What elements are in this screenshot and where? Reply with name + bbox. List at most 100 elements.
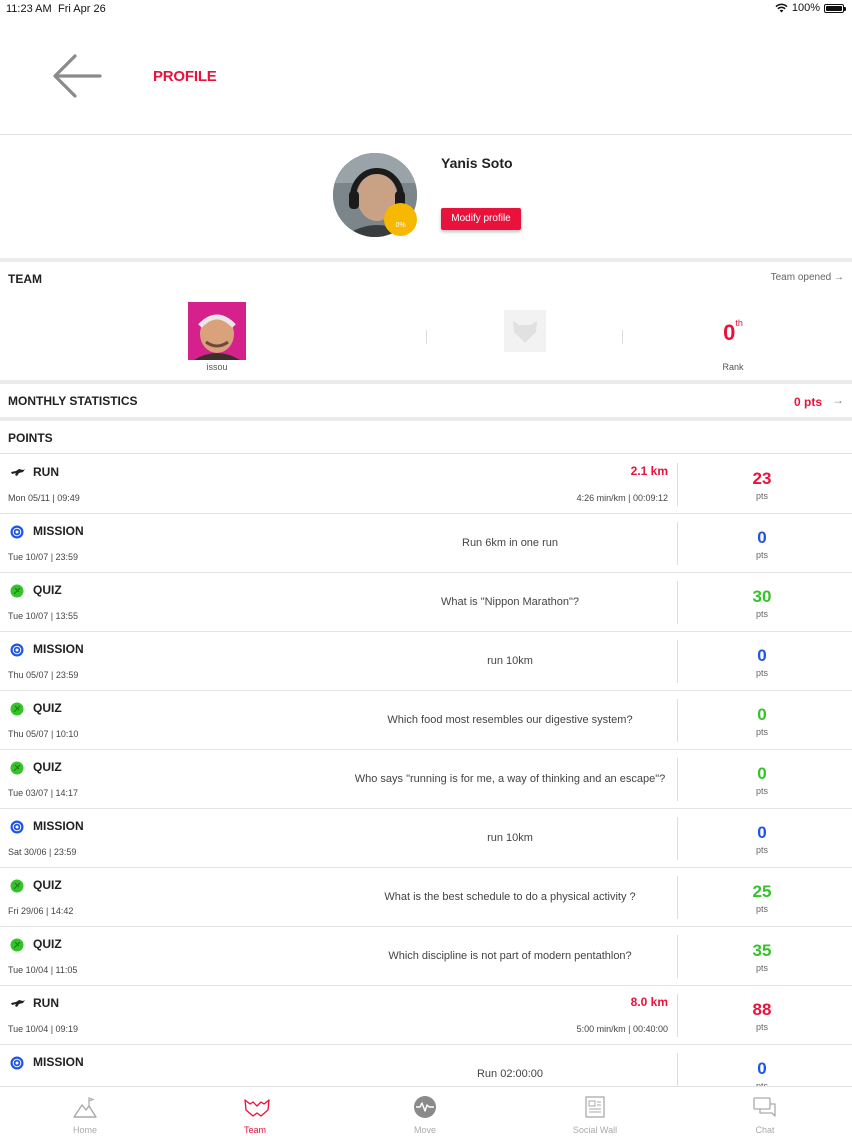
- points-row-quiz[interactable]: QUIZ Tue 10/07 | 13:55 What is "Nippon Mar…: [0, 573, 852, 632]
- wolf-icon: [513, 321, 537, 343]
- entry-kind: RUN: [33, 465, 59, 479]
- points-row-mission[interactable]: MISSION Sat 30/06 | 23:59 run 10km 0 pts: [0, 809, 852, 868]
- rank-suffix: th: [735, 318, 743, 328]
- entry-description: run 10km: [487, 832, 533, 844]
- entry-pace: 4:26 min/km | 00:09:12: [576, 493, 668, 503]
- mission-target-icon: [10, 820, 24, 834]
- entry-points: 0: [757, 705, 767, 724]
- mission-target-icon: [10, 1056, 24, 1070]
- tab-chat[interactable]: Chat: [680, 1087, 850, 1136]
- points-row-mission[interactable]: MISSION Thu 05/07 | 23:59 run 10km 0 pts: [0, 632, 852, 691]
- points-row-mission[interactable]: MISSION Tue 10/07 | 23:59 Run 6km in one r…: [0, 514, 852, 573]
- team-opened-link[interactable]: Team opened →: [771, 272, 844, 283]
- battery-icon: [824, 3, 846, 13]
- divider: [426, 330, 427, 344]
- entry-description: Who says "running is for me, a way of th…: [354, 773, 666, 785]
- arrow-right-icon: →: [834, 272, 844, 283]
- points-row-quiz[interactable]: QUIZ Fri 29/06 | 14:42 What is the best sc…: [0, 868, 852, 927]
- status-bar: 11:23 AM Fri Apr 26 100%: [0, 0, 852, 18]
- quiz-ball-icon: [10, 702, 24, 716]
- team-member-image: [188, 302, 246, 360]
- entry-kind: QUIZ: [33, 701, 62, 715]
- chat-icon: [753, 1097, 776, 1117]
- entry-points: 35: [752, 941, 772, 960]
- mission-target-icon: [10, 643, 24, 657]
- divider: [677, 758, 678, 801]
- entry-date: Thu 05/07 | 10:10: [8, 729, 79, 739]
- entry-distance: 8.0 km: [630, 995, 668, 1009]
- entry-kind: MISSION: [33, 819, 84, 833]
- arrow-left-icon: [53, 54, 102, 98]
- entry-points-unit: pts: [755, 904, 768, 914]
- points-row-quiz[interactable]: QUIZ Tue 10/04 | 11:05 Which discipline is…: [0, 927, 852, 986]
- entry-kind: RUN: [33, 996, 59, 1010]
- entry-distance: 2.1 km: [630, 464, 668, 478]
- entry-points: 0: [757, 764, 767, 783]
- divider: [677, 522, 678, 565]
- entry-pace: 5:00 min/km | 00:40:00: [576, 1024, 668, 1034]
- points-header: POINTS: [0, 421, 852, 454]
- quiz-ball-icon: [10, 879, 24, 893]
- tab-label: Move: [413, 1125, 436, 1135]
- team-member-name: issou: [206, 362, 228, 372]
- divider: [677, 876, 678, 919]
- tab-home[interactable]: Home: [0, 1087, 170, 1136]
- points-list[interactable]: RUN Mon 05/11 | 09:49 2.1 km 4:26 min/km | …: [0, 455, 852, 1086]
- tab-team[interactable]: Team: [170, 1087, 340, 1136]
- entry-date: Mon 05/11 | 09:49: [8, 493, 80, 503]
- quiz-ball-icon: [10, 938, 24, 952]
- entry-points: 0: [757, 823, 767, 842]
- status-date: Fri Apr 26: [58, 3, 106, 15]
- battery-percent: 100%: [791, 2, 820, 14]
- profile-section: 0% Yanis Soto Modify profile: [0, 136, 852, 258]
- entry-points-unit: pts: [755, 668, 768, 678]
- divider: [677, 640, 678, 683]
- entry-date: Thu 05/07 | 23:59: [8, 670, 79, 680]
- quiz-ball-icon: [10, 761, 24, 775]
- divider: [677, 994, 678, 1037]
- entry-date: Tue 10/04 | 11:05: [8, 965, 78, 975]
- social-wall-icon: [585, 1096, 605, 1118]
- rank-value: 0th: [700, 318, 766, 346]
- team-member-avatar[interactable]: [188, 302, 246, 360]
- entry-description: Which discipline is not part of modern p…: [388, 950, 632, 962]
- entry-description: Which food most resembles our digestive …: [387, 714, 633, 726]
- divider: [677, 817, 678, 860]
- entry-points-unit: pts: [755, 1022, 768, 1032]
- arrow-right-icon[interactable]: →: [832, 393, 844, 407]
- points-row-quiz[interactable]: QUIZ Tue 03/07 | 14:17 Who says "running i…: [0, 750, 852, 809]
- entry-description: Run 6km in one run: [462, 537, 558, 549]
- team-logo[interactable]: [504, 310, 546, 352]
- monthly-statistics[interactable]: MONTHLY STATISTICS 0 pts →: [0, 384, 852, 417]
- divider: [622, 330, 623, 344]
- points-row-run[interactable]: RUN Tue 10/04 | 09:19 8.0 km 5:00 min/km | …: [0, 986, 852, 1045]
- points-title: POINTS: [8, 431, 53, 445]
- quiz-ball-icon: [10, 584, 24, 598]
- back-button[interactable]: [50, 51, 104, 101]
- entry-kind: QUIZ: [33, 760, 62, 774]
- entry-points-unit: pts: [755, 845, 768, 855]
- entry-points: 0: [757, 528, 767, 547]
- divider: [677, 581, 678, 624]
- points-row-quiz[interactable]: QUIZ Thu 05/07 | 10:10 Which food most res…: [0, 691, 852, 750]
- monthly-points: 0 pts: [793, 395, 822, 409]
- entry-description: Run 02:00:00: [476, 1068, 544, 1080]
- points-row-mission[interactable]: MISSION Run 02:00:00 0 pts: [0, 1045, 852, 1086]
- points-row-run[interactable]: RUN Mon 05/11 | 09:49 2.1 km 4:26 min/km | …: [0, 455, 852, 514]
- tab-move[interactable]: Move: [340, 1087, 510, 1136]
- rank-number: 0: [723, 320, 736, 345]
- monthly-title: MONTHLY STATISTICS: [8, 394, 138, 408]
- modify-profile-button[interactable]: Modify profile: [441, 208, 521, 230]
- rank-label: Rank: [722, 362, 744, 372]
- divider: [677, 1053, 678, 1086]
- run-wolf-icon: [10, 997, 25, 1011]
- tab-social-wall[interactable]: Social Wall: [510, 1087, 680, 1136]
- mission-target-icon: [10, 525, 24, 539]
- entry-points-unit: pts: [755, 609, 768, 619]
- entry-date: Tue 03/07 | 14:17: [8, 788, 79, 798]
- team-opened-label: Team opened: [770, 272, 832, 283]
- tab-label: Home: [72, 1125, 97, 1135]
- entry-points: 23: [752, 469, 772, 488]
- entry-kind: QUIZ: [33, 878, 62, 892]
- entry-kind: QUIZ: [33, 583, 62, 597]
